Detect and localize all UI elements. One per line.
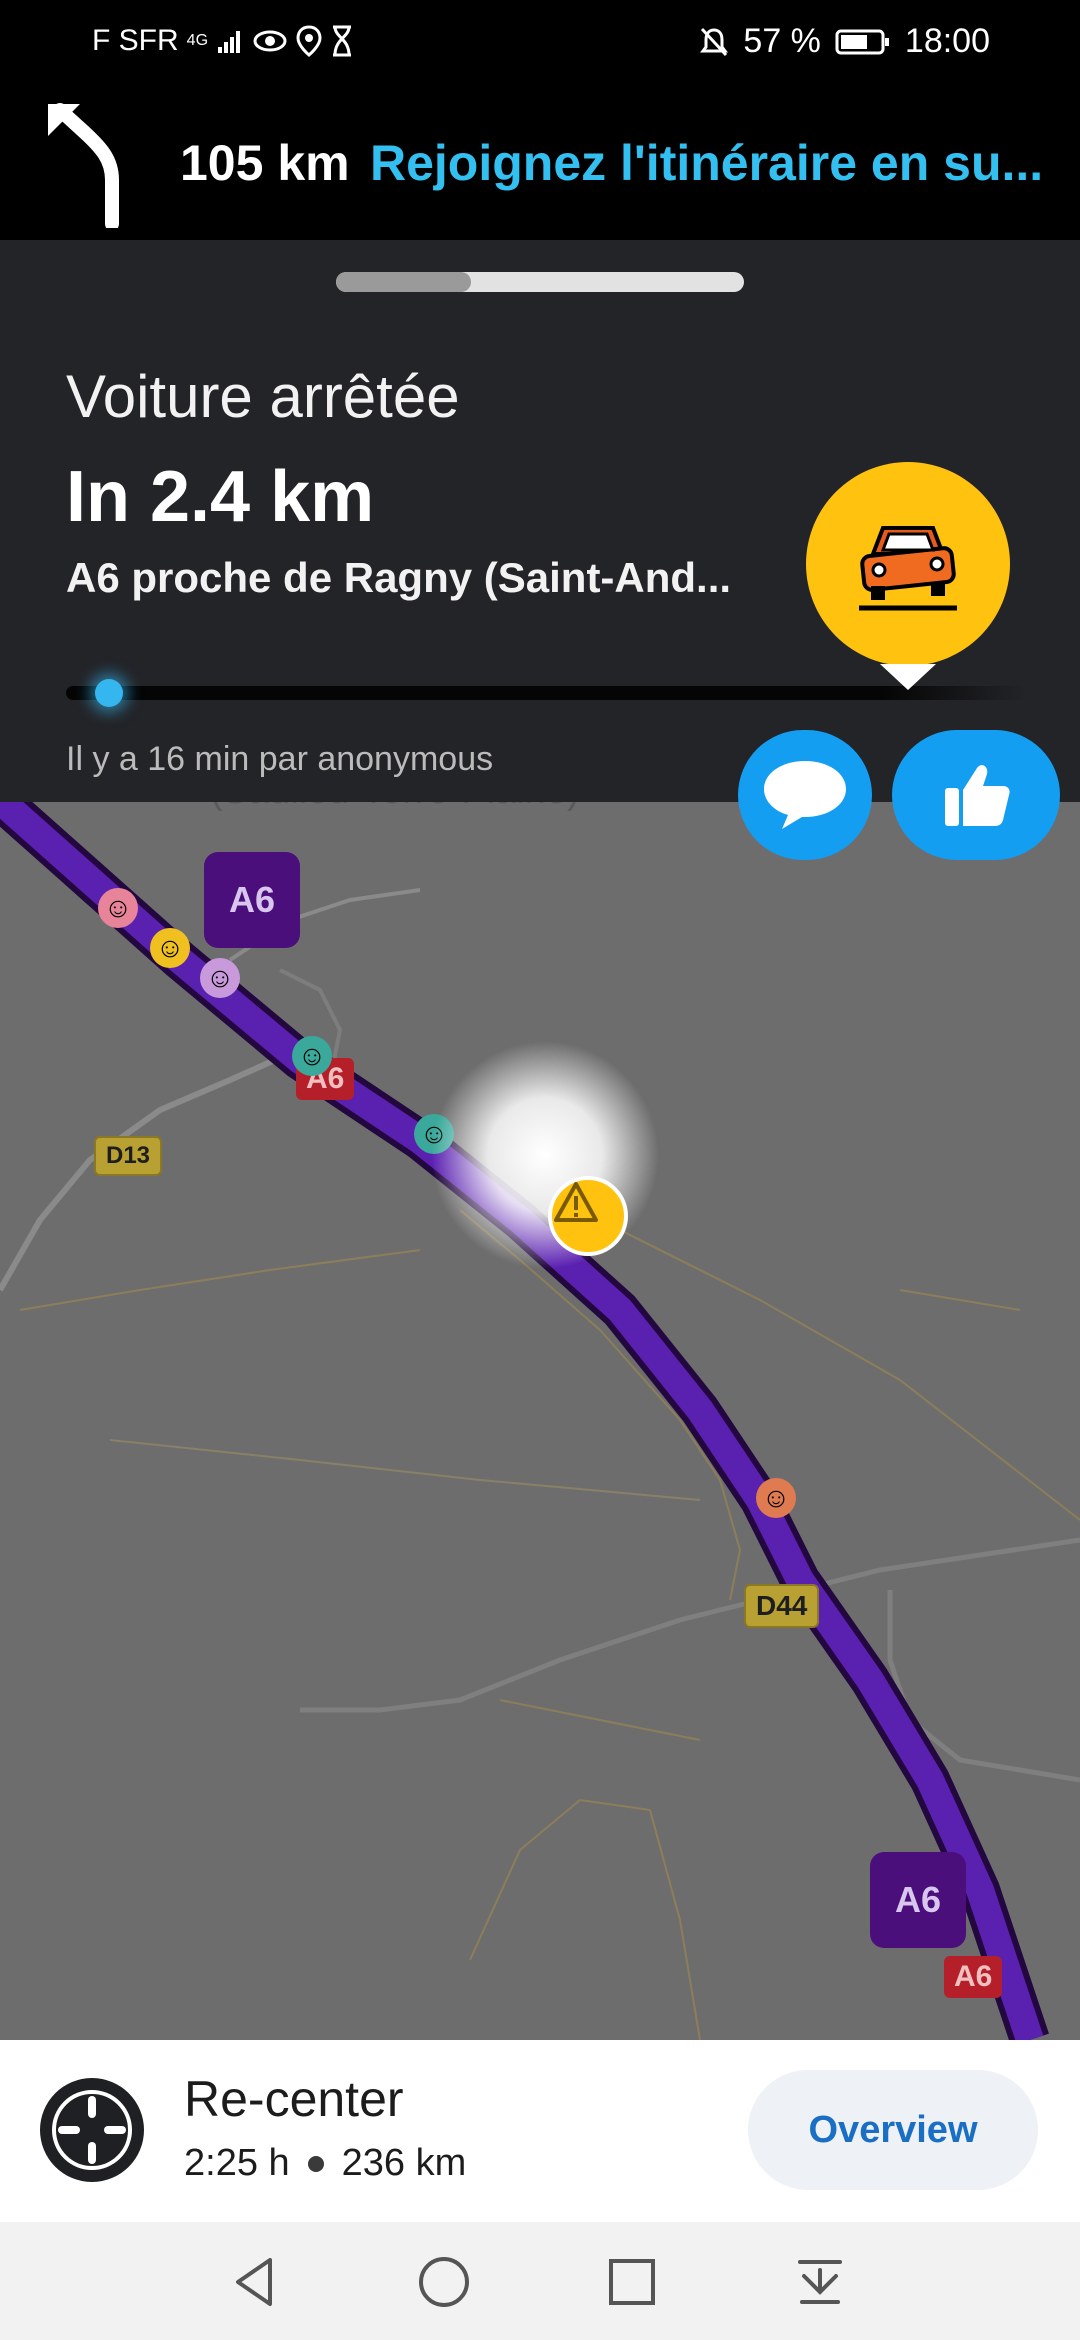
wazer-icon[interactable]: ☺ [150,928,190,968]
thumbs-up-icon [945,765,1010,826]
a6-red-shield-bottom: A6 [944,1956,1003,1998]
battery-percent: 57 % [743,22,821,60]
alert-meta: Il y a 16 min par anonymous [66,740,494,778]
hourglass-icon [333,25,352,57]
eta: 2:25 h [184,2142,290,2184]
carrier-label: F SFR [92,24,179,57]
remaining-distance: 236 km [341,2142,467,2184]
battery-icon [835,29,889,54]
drag-handle-progress [336,272,471,292]
wazer-icon[interactable]: ☺ [292,1036,332,1076]
a6-purple-shield-bottom: A6 [870,1852,966,1948]
stopped-car-icon [806,462,1010,666]
system-navigation-bar [0,2222,1080,2340]
alert-location: A6 proche de Ragny (Saint-And... [66,554,732,601]
hazard-warning-icon[interactable] [548,1176,628,1256]
comment-button[interactable] [738,730,872,860]
clock: 18:00 [904,22,990,60]
alert-distance: In 2.4 km [66,457,375,537]
separator-dot [307,2155,324,2172]
recenter-button[interactable] [40,2078,144,2182]
bell-off-icon [700,27,729,56]
recents-icon[interactable] [602,2252,662,2312]
turn-left-arrow-icon [48,103,119,228]
a6-purple-shield: A6 [204,852,300,948]
alert-pointer [880,664,936,690]
chat-bubble-icon [764,761,846,829]
drag-handle[interactable] [336,272,744,292]
recenter-label[interactable]: Re-center [184,2070,404,2128]
signal-icon [218,31,241,53]
status-bar: F SFR 4G 57 % 18:00 [0,0,1080,84]
location-icon [296,25,322,57]
wazer-icon[interactable]: ☺ [200,958,240,998]
overview-button[interactable]: Overview [748,2070,1038,2190]
network-type: 4G [186,32,209,49]
back-icon[interactable] [226,2252,286,2312]
notifications-pulldown-icon[interactable] [790,2252,850,2312]
d13-shield: D13 [94,1136,163,1176]
wazer-icon[interactable]: ☺ [756,1478,796,1518]
wazer-icon[interactable]: ☺ [98,888,138,928]
crosshair-icon [52,2090,132,2170]
alert-type: Voiture arrêtée [66,363,460,430]
navigation-instruction-bar[interactable]: 105 km Rejoignez l'itinéraire en su... [0,84,1080,240]
nav-distance: 105 km [180,135,350,191]
hazard-highlight [430,1040,660,1270]
position-indicator [94,679,123,707]
nav-instruction-text: Rejoignez l'itinéraire en su... [370,135,1044,191]
trip-info: 2:25 h 236 km [184,2142,466,2185]
home-icon[interactable] [414,2252,474,2312]
bottom-bar: Re-center 2:25 h 236 km Overview [0,2040,1080,2222]
eye-icon [253,30,287,52]
thumbs-up-button[interactable] [892,730,1060,860]
d44-shield: D44 [744,1584,820,1628]
